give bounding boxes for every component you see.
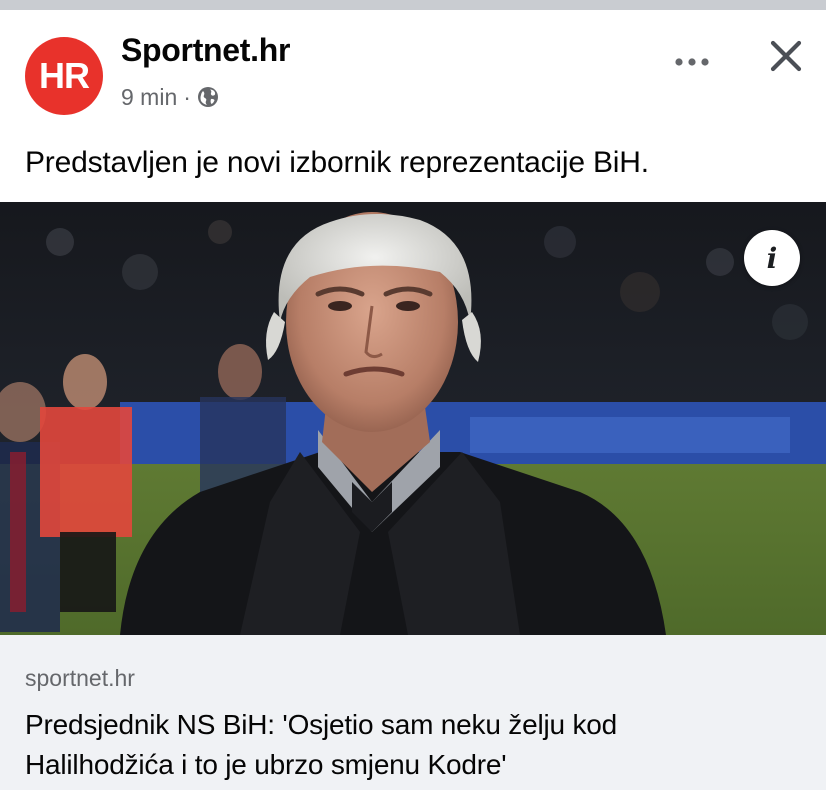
post-time[interactable]: 9 min xyxy=(121,84,177,111)
link-domain: sportnet.hr xyxy=(25,665,135,691)
close-icon xyxy=(770,40,802,72)
info-button[interactable]: i xyxy=(744,230,800,286)
post-text: Predstavljen je novi izbornik reprezenta… xyxy=(25,146,649,179)
meta-separator: · xyxy=(183,83,191,110)
feed-divider xyxy=(0,0,826,10)
link-preview[interactable]: sportnet.hr Predsjednik NS BiH: 'Osjetio… xyxy=(0,635,826,790)
page-name[interactable]: Sportnet.hr xyxy=(121,32,290,69)
avatar-logo-text: HR xyxy=(39,55,90,96)
post-header: HR Sportnet.hr 9 min · xyxy=(0,10,826,130)
avatar[interactable]: HR xyxy=(25,37,103,115)
close-button[interactable] xyxy=(762,32,810,80)
info-icon: i xyxy=(766,241,778,275)
photo-illustration xyxy=(0,202,826,635)
post-meta: 9 min · xyxy=(121,82,219,112)
post-card: HR Sportnet.hr 9 min · Predstavljen je n… xyxy=(0,10,826,800)
globe-icon xyxy=(197,86,219,108)
link-title: Predsjednik NS BiH: 'Osjetio sam neku že… xyxy=(25,705,785,785)
card-bottom xyxy=(0,790,826,800)
link-title-line-2: Halilhodžića i to je ubrzo smjenu Kodre' xyxy=(25,749,507,780)
more-options-button[interactable] xyxy=(668,42,716,82)
link-title-line-1: Predsjednik NS BiH: 'Osjetio sam neku že… xyxy=(25,709,617,740)
more-horizontal-icon xyxy=(675,58,709,66)
post-photo[interactable] xyxy=(0,202,826,635)
